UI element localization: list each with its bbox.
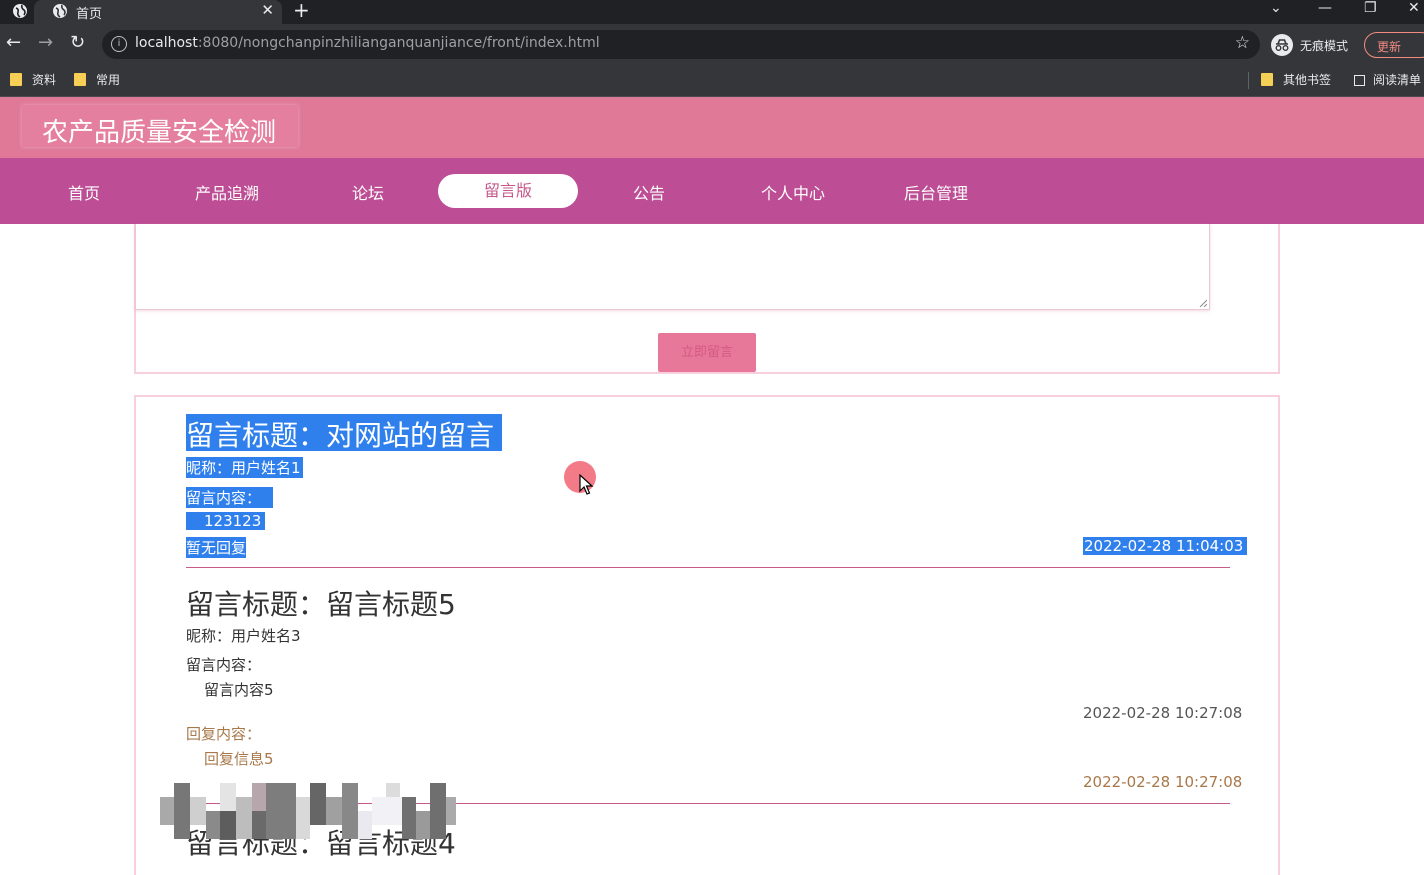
- site-header: 农产品质量安全检测: [0, 97, 1424, 158]
- tab-close-icon[interactable]: ✕: [261, 1, 274, 19]
- minimize-icon[interactable]: —: [1318, 0, 1332, 16]
- nav-message-board[interactable]: 留言版: [438, 174, 578, 208]
- bookmarks-bar: 资料 常用 其他书签 阅读清单: [0, 64, 1424, 97]
- message-content-label: 留言内容：: [186, 487, 274, 508]
- chrome-menu-globe-icon[interactable]: [12, 3, 28, 19]
- folder-icon: [1261, 73, 1273, 86]
- site-title: 农产品质量安全检测: [42, 118, 277, 148]
- main-nav: 首页 产品追溯 论坛 留言版 公告 个人中心 后台管理: [0, 158, 1424, 224]
- mouse-pointer-icon: [579, 474, 594, 495]
- tab-search-chevron-icon[interactable]: ⌄: [1270, 0, 1282, 16]
- browser-tab-strip: 首页 ✕ + ⌄ — ❐ ✕: [0, 0, 1424, 24]
- tab-title: 首页: [76, 7, 103, 22]
- globe-icon: [53, 4, 67, 18]
- site-info-icon[interactable]: i: [111, 36, 127, 52]
- message-content: 留言内容5: [204, 681, 274, 699]
- bookmark-folder-changyong[interactable]: 常用: [74, 71, 120, 88]
- browser-toolbar: ← → ↻ i localhost:8080/nongchanpinzhilia…: [0, 24, 1424, 64]
- reload-icon[interactable]: ↻: [70, 32, 85, 53]
- message-content-textarea[interactable]: [135, 224, 1210, 310]
- nav-home[interactable]: 首页: [14, 180, 154, 204]
- message-reply-status: 暂无回复: [186, 537, 247, 558]
- bookmark-folder-ziliao[interactable]: 资料: [10, 71, 56, 88]
- folder-icon: [10, 73, 22, 86]
- site-logo-box: 农产品质量安全检测: [22, 105, 298, 148]
- restore-icon[interactable]: ❐: [1364, 0, 1377, 16]
- message-title: 留言标题：对网站的留言: [186, 414, 503, 452]
- other-bookmarks[interactable]: 其他书签: [1261, 71, 1331, 88]
- folder-icon: [74, 73, 86, 86]
- message-nickname: 昵称：用户姓名1: [186, 457, 303, 478]
- incognito-icon[interactable]: [1270, 33, 1294, 57]
- bookmarks-separator: [1248, 72, 1249, 89]
- message-time: 2022-02-28 10:27:08: [1083, 704, 1243, 722]
- submit-message-button[interactable]: 立即留言: [658, 333, 756, 372]
- reply-content: 回复信息5: [204, 750, 274, 768]
- pixelated-watermark: [160, 783, 456, 839]
- back-arrow-icon[interactable]: ←: [6, 32, 21, 53]
- url-text[interactable]: localhost:8080/nongchanpinzhilianganquan…: [135, 35, 600, 51]
- new-tab-plus-icon[interactable]: +: [293, 0, 310, 22]
- forward-arrow-icon[interactable]: →: [38, 32, 53, 53]
- browser-tab-active[interactable]: 首页 ✕: [34, 0, 282, 24]
- reply-time: 2022-02-28 10:27:08: [1083, 773, 1243, 791]
- message-content: 123123: [186, 512, 266, 530]
- message-divider: [186, 567, 1230, 568]
- nav-admin[interactable]: 后台管理: [866, 180, 1006, 204]
- nav-personal-center[interactable]: 个人中心: [723, 180, 863, 204]
- nav-forum[interactable]: 论坛: [298, 180, 438, 204]
- reading-list-icon: [1354, 75, 1365, 86]
- update-button[interactable]: 更新: [1364, 32, 1424, 58]
- resize-grip-icon[interactable]: [1199, 299, 1207, 307]
- message-title: 留言标题：留言标题5: [186, 588, 456, 621]
- reading-list[interactable]: 阅读清单: [1354, 71, 1421, 88]
- message-time: 2022-02-28 11:04:03: [1083, 537, 1248, 555]
- incognito-label: 无痕模式: [1300, 39, 1349, 53]
- message-content-label: 留言内容：: [186, 656, 262, 674]
- message-nickname: 昵称：用户姓名3: [186, 627, 301, 645]
- bookmark-star-icon[interactable]: ☆: [1235, 33, 1250, 53]
- nav-announcement[interactable]: 公告: [579, 180, 719, 204]
- nav-product-trace[interactable]: 产品追溯: [157, 180, 297, 204]
- window-close-icon[interactable]: ✕: [1408, 0, 1420, 16]
- reply-content-label: 回复内容：: [186, 725, 262, 743]
- address-bar[interactable]: i localhost:8080/nongchanpinzhilianganqu…: [102, 30, 1260, 59]
